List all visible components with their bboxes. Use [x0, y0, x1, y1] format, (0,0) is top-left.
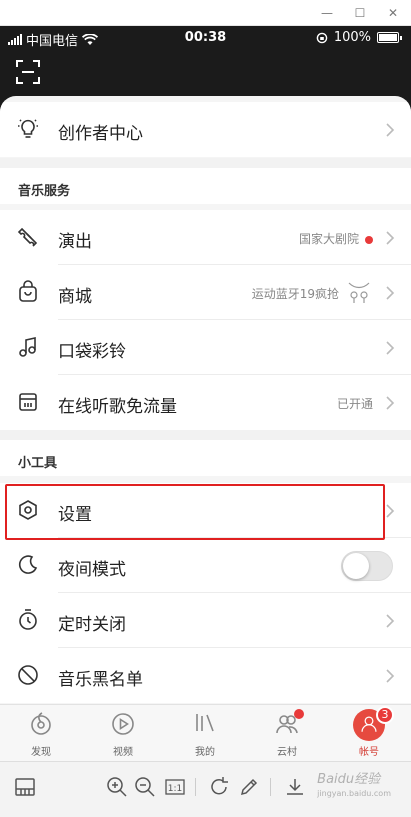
zoom-out-icon[interactable]: [134, 776, 156, 798]
account-badge: 3: [376, 706, 394, 724]
mall-label: 商城: [58, 287, 92, 307]
settings-hexagon-icon: [19, 500, 37, 520]
earbuds-image: [348, 282, 370, 303]
chevron-right-icon: [386, 341, 395, 355]
tab-video-label: 视频: [113, 747, 133, 758]
layout-icon[interactable]: [14, 776, 36, 798]
pocket-ringtone-label: 口袋彩铃: [58, 342, 126, 362]
mall-row[interactable]: 商城 运动蓝牙19疯抢: [0, 265, 411, 320]
actual-size-icon[interactable]: 1:1: [164, 776, 186, 798]
blacklist-row[interactable]: 音乐黑名单: [0, 648, 411, 703]
block-icon: [18, 665, 38, 685]
account-menu: 创作者中心 音乐服务 演出 国家大剧院 商城 运动蓝牙19疯抢 口袋彩铃 在线听…: [0, 96, 411, 704]
rotate-icon[interactable]: [208, 776, 230, 798]
rotation-lock-icon: [316, 32, 328, 43]
tab-community-label: 云村: [277, 747, 297, 758]
bottom-tab-bar: 发现 视频 我的 云村 3 帐号: [0, 704, 411, 761]
ticket-icon: [17, 227, 38, 247]
viewer-toolbar: 1:1 Baidu经验 jingyan.baidu.com: [0, 761, 411, 817]
sleep-timer-row[interactable]: 定时关闭: [0, 593, 411, 648]
discover-icon: [31, 712, 51, 735]
music-services-header: 音乐服务: [0, 158, 411, 204]
tab-discover-label: 发现: [31, 747, 51, 758]
music-icon: [196, 714, 214, 732]
settings-label: 设置: [58, 505, 92, 525]
new-dot: [365, 235, 373, 244]
tab-video[interactable]: 视频: [82, 705, 164, 762]
toolbar-divider: [270, 778, 271, 796]
battery-icon: [377, 32, 402, 43]
tab-community[interactable]: 云村: [246, 705, 328, 762]
chevron-right-icon: [386, 614, 395, 628]
toolbar-divider: [195, 778, 196, 796]
chevron-right-icon: [386, 286, 395, 300]
community-new-dot: [294, 709, 304, 719]
watermark-text: Baidu经验: [317, 772, 381, 787]
tools-title: 小工具: [18, 456, 58, 471]
creator-center-row[interactable]: 创作者中心: [0, 102, 411, 157]
music-note-icon: [19, 337, 36, 357]
performances-sub: 国家大剧院: [299, 230, 373, 247]
edit-pen-icon[interactable]: [238, 776, 260, 798]
minimize-icon[interactable]: —: [318, 4, 336, 22]
chevron-right-icon: [386, 504, 395, 518]
settings-row[interactable]: 设置: [0, 483, 411, 538]
watermark: Baidu经验 jingyan.baidu.com: [317, 768, 391, 798]
status-bar: 中国电信 00:38 100%: [0, 26, 411, 50]
download-icon[interactable]: [284, 776, 306, 798]
night-mode-label: 夜间模式: [58, 560, 126, 580]
svg-text:1:1: 1:1: [168, 784, 182, 794]
tab-account[interactable]: 3 帐号: [328, 705, 410, 762]
chevron-right-icon: [386, 123, 395, 137]
free-data-sub: 已开通: [336, 397, 373, 411]
maximize-icon[interactable]: ☐: [351, 4, 369, 22]
video-icon: [112, 713, 134, 735]
timer-icon: [19, 609, 37, 630]
chevron-right-icon: [386, 396, 395, 410]
tab-mine-label: 我的: [195, 747, 215, 758]
pocket-ringtone-row[interactable]: 口袋彩铃: [0, 320, 411, 375]
zoom-in-icon[interactable]: [106, 776, 128, 798]
chevron-right-icon: [386, 231, 395, 245]
music-services-title: 音乐服务: [18, 184, 71, 199]
shopping-bag-icon: [19, 280, 37, 302]
moon-icon: [18, 555, 38, 574]
night-mode-toggle[interactable]: [341, 551, 393, 581]
performances-row[interactable]: 演出 国家大剧院: [0, 210, 411, 265]
lightbulb-icon: [18, 119, 38, 138]
tools-header: 小工具: [0, 430, 411, 476]
creator-center-label: 创作者中心: [58, 124, 143, 144]
chevron-right-icon: [386, 669, 395, 683]
performances-label: 演出: [58, 232, 92, 252]
free-data-row[interactable]: 在线听歌免流量 已开通: [0, 375, 411, 430]
blacklist-label: 音乐黑名单: [58, 670, 143, 690]
sleep-timer-label: 定时关闭: [58, 615, 126, 635]
close-icon[interactable]: ✕: [384, 4, 402, 22]
scan-icon[interactable]: [14, 58, 42, 86]
sim-card-icon: [19, 393, 37, 411]
night-mode-row: 夜间模式: [0, 538, 411, 593]
battery-percent: 100%: [333, 30, 371, 45]
watermark-sub: jingyan.baidu.com: [317, 789, 391, 798]
mall-sub: 运动蓝牙19疯抢: [251, 287, 339, 301]
tab-account-label: 帐号: [359, 747, 379, 758]
window-titlebar: — ☐ ✕: [0, 0, 411, 26]
tab-discover[interactable]: 发现: [0, 705, 82, 762]
tab-mine[interactable]: 我的: [164, 705, 246, 762]
free-data-label: 在线听歌免流量: [58, 397, 177, 417]
